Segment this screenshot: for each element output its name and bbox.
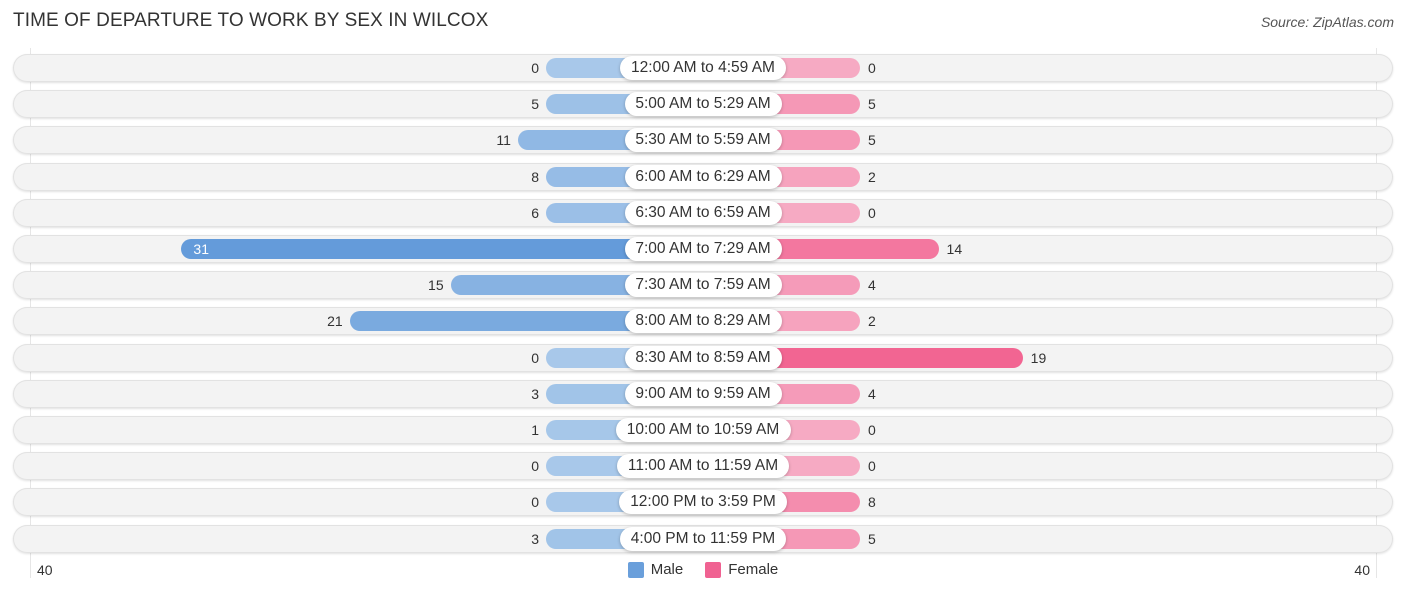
value-label-male: 5 <box>531 96 539 113</box>
value-label-female: 5 <box>868 96 876 113</box>
value-label-male: 3 <box>531 385 539 402</box>
chart-area: 0 0 12:00 AM to 4:59 AM 5 5 5:00 AM to 5:29 A… <box>0 0 1406 594</box>
category-label: 9:00 AM to 9:59 AM <box>624 381 782 406</box>
value-label-male: 0 <box>531 494 539 511</box>
value-label-male: 11 <box>496 132 511 149</box>
value-label-female: 2 <box>868 313 876 330</box>
value-label-female: 4 <box>868 385 876 402</box>
value-label-female: 2 <box>868 168 876 185</box>
legend-label-female: Female <box>728 561 779 578</box>
category-label: 6:00 AM to 6:29 AM <box>624 164 782 189</box>
value-label-male: 15 <box>428 277 444 294</box>
value-label-male: 0 <box>531 60 539 76</box>
value-label-male: 1 <box>531 422 539 438</box>
category-label: 6:30 AM to 6:59 AM <box>624 200 782 225</box>
legend-swatch-male <box>627 561 644 578</box>
value-label-female: 19 <box>1030 349 1047 366</box>
value-label-female: 0 <box>868 458 876 475</box>
value-label-female: 8 <box>868 494 876 511</box>
category-label: 12:00 PM to 3:59 PM <box>619 490 787 515</box>
category-label: 11:00 AM to 11:59 AM <box>617 454 789 479</box>
legend-label-male: Male <box>650 561 684 578</box>
value-label-male: 0 <box>531 458 539 475</box>
legend-item-male[interactable]: Male <box>627 561 684 578</box>
value-label-female: 5 <box>868 530 876 547</box>
value-label-male: 21 <box>327 313 343 330</box>
value-label-male: 31 <box>193 241 209 257</box>
category-label: 7:00 AM to 7:29 AM <box>624 237 782 261</box>
value-label-female: 0 <box>868 60 876 76</box>
value-label-female: 4 <box>868 277 876 294</box>
value-label-male: 0 <box>531 349 539 366</box>
legend-swatch-female <box>705 561 722 578</box>
value-label-male: 6 <box>531 204 539 221</box>
legend-item-female[interactable]: Female <box>705 561 778 578</box>
category-label: 10:00 AM to 10:59 AM <box>615 418 791 442</box>
category-label: 5:00 AM to 5:29 AM <box>624 92 782 117</box>
category-label: 8:30 AM to 8:59 AM <box>624 345 782 370</box>
category-label: 7:30 AM to 7:59 AM <box>624 273 782 298</box>
category-label: 12:00 AM to 4:59 AM <box>620 56 786 80</box>
category-label: 4:00 PM to 11:59 PM <box>620 526 786 551</box>
value-label-male: 8 <box>531 168 539 185</box>
value-label-male: 3 <box>531 530 539 547</box>
value-label-female: 5 <box>868 132 876 149</box>
legend: Male Female <box>0 561 1406 578</box>
value-label-female: 0 <box>868 204 876 221</box>
value-label-female: 14 <box>946 241 963 257</box>
category-label: 5:30 AM to 5:59 AM <box>624 128 782 153</box>
value-label-female: 0 <box>868 422 876 438</box>
category-label: 8:00 AM to 8:29 AM <box>624 309 782 334</box>
